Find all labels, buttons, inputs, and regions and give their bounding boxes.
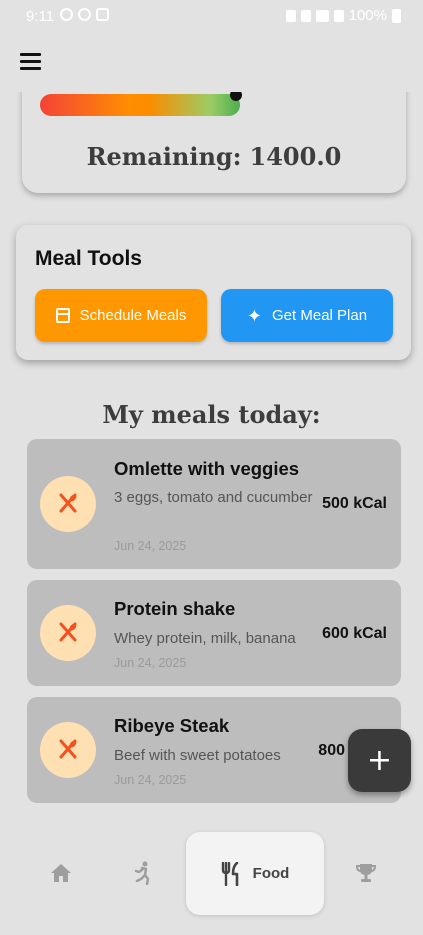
- bottom-navigation: Food: [0, 828, 423, 935]
- remaining-calories: Remaining: 1400.0: [86, 142, 342, 171]
- get-meal-plan-button[interactable]: ✦ Get Meal Plan: [221, 289, 393, 342]
- fork-knife-icon: [221, 861, 238, 886]
- home-icon: [51, 864, 71, 882]
- meal-tools-title: Meal Tools: [35, 247, 142, 270]
- nav-food-label: Food: [252, 865, 290, 882]
- meal-name: Protein shake: [114, 598, 236, 619]
- meal-date: Jun 24, 2025: [114, 656, 187, 670]
- meal-avatar: [40, 476, 96, 532]
- brightness-icon: [78, 8, 91, 21]
- cap-icon: [96, 8, 109, 21]
- fork-knife-icon: [59, 622, 77, 642]
- meal-avatar: [40, 605, 96, 661]
- meal-date: Jun 24, 2025: [114, 539, 187, 553]
- fork-knife-icon: [59, 739, 77, 759]
- meal-calories: 600 kCal: [322, 625, 387, 642]
- schedule-meals-button[interactable]: Schedule Meals: [35, 289, 207, 342]
- signal-icon: [333, 9, 344, 22]
- meal-description: Whey protein, milk, banana: [114, 630, 296, 647]
- running-icon: [134, 861, 150, 885]
- plus-icon: +: [366, 742, 393, 778]
- meal-name: Ribeye Steak: [114, 715, 230, 736]
- meal-calories: 500 kCal: [322, 495, 387, 512]
- nav-achievements[interactable]: [339, 828, 393, 918]
- wifi-icon: [315, 9, 329, 22]
- battery-icon: [392, 8, 401, 23]
- nav-activity[interactable]: [116, 828, 170, 918]
- meals-heading: My meals today:: [102, 400, 321, 429]
- meal-card[interactable]: Omlette with veggies 3 eggs, tomato and …: [27, 439, 401, 569]
- battery-percent: 100%: [348, 7, 387, 24]
- meal-description: Beef with sweet potatoes: [114, 747, 281, 764]
- status-bar: 9:11 100%: [0, 0, 423, 34]
- nav-food[interactable]: Food: [186, 832, 324, 915]
- status-time: 9:11: [26, 8, 55, 25]
- mute-icon: [300, 9, 311, 22]
- nav-home[interactable]: [34, 828, 88, 918]
- meal-name: Omlette with veggies: [114, 458, 300, 479]
- fork-knife-icon: [59, 493, 77, 513]
- meal-card[interactable]: Ribeye Steak Beef with sweet potatoes Ju…: [27, 697, 401, 803]
- trophy-icon: [355, 864, 377, 882]
- meal-card[interactable]: Protein shake Whey protein, milk, banana…: [27, 580, 401, 686]
- calendar-icon: [55, 308, 70, 323]
- calorie-progress-bar: [40, 94, 240, 116]
- alarm-icon: [285, 9, 296, 22]
- meal-avatar: [40, 722, 96, 778]
- sparkle-icon: ✦: [246, 305, 263, 326]
- meal-description: 3 eggs, tomato and cucumber: [114, 489, 313, 506]
- meal-tools-card: Meal Tools Schedule Meals ✦ Get Meal Pla…: [16, 225, 411, 360]
- menu-icon[interactable]: [20, 53, 42, 70]
- meal-date: Jun 24, 2025: [114, 773, 187, 787]
- app-bar: [0, 34, 423, 90]
- meal-calories: 800: [318, 742, 345, 759]
- add-meal-button[interactable]: +: [348, 729, 411, 792]
- notification-icon: [60, 8, 73, 21]
